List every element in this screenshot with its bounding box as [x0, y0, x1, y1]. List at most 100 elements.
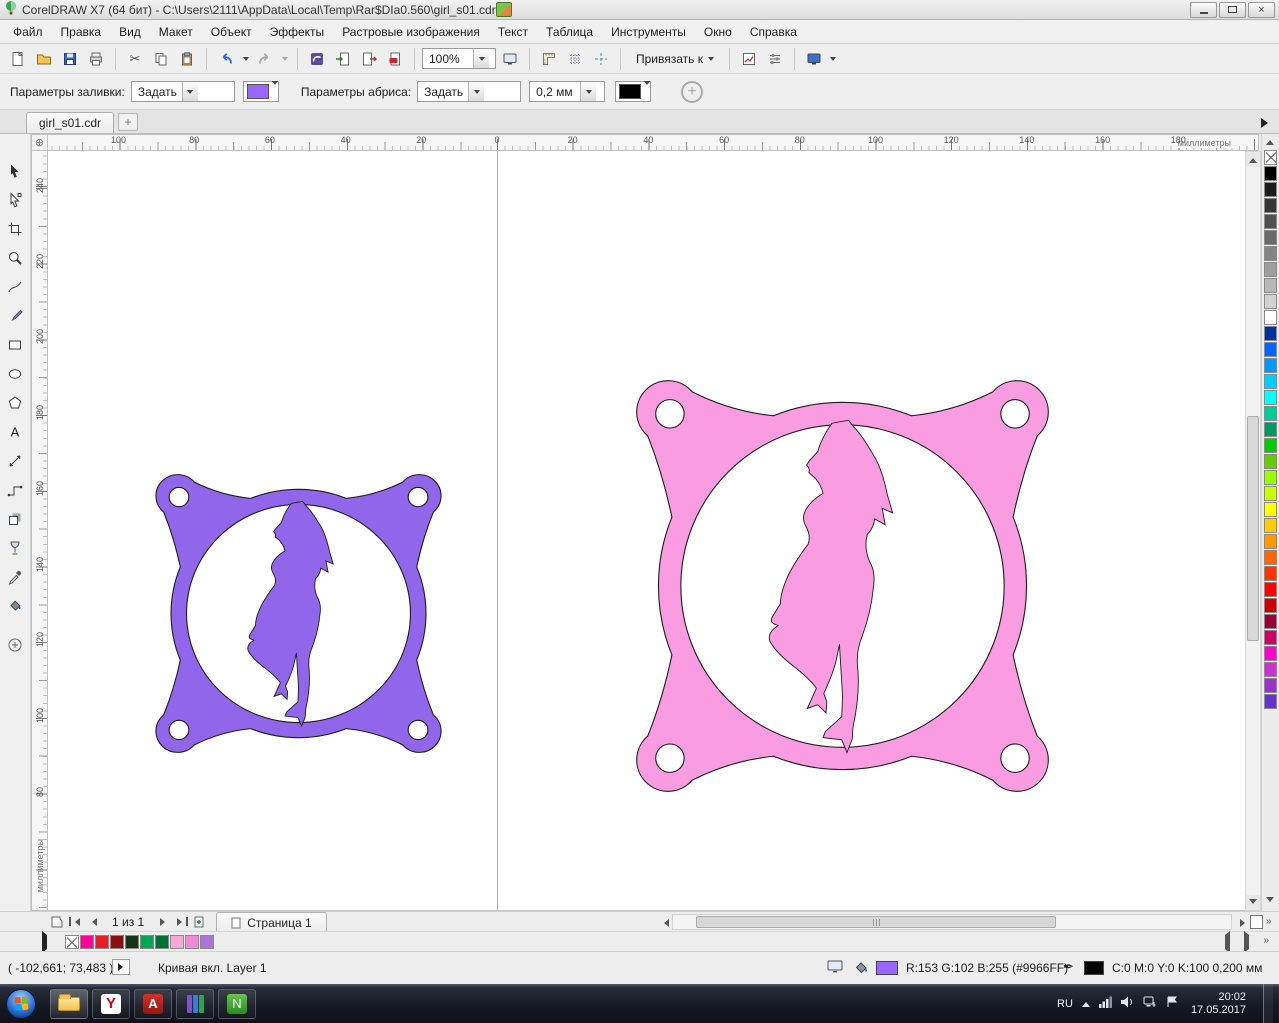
- new-tab-button[interactable]: +: [118, 113, 139, 131]
- palette-color-swatch[interactable]: [1264, 518, 1277, 533]
- menu-item-6[interactable]: Эффекты: [261, 22, 334, 42]
- shape-tool-icon[interactable]: [1, 185, 29, 214]
- palette-color-swatch[interactable]: [1264, 534, 1277, 549]
- menu-item-4[interactable]: Макет: [150, 22, 202, 42]
- menu-item-1[interactable]: Файл: [4, 22, 52, 42]
- ellipse-tool-icon[interactable]: [1, 359, 29, 388]
- open-icon[interactable]: [32, 47, 56, 71]
- palette-color-swatch[interactable]: [1264, 678, 1277, 693]
- palette-options-icon[interactable]: »: [1266, 916, 1272, 927]
- fill-params-combo[interactable]: Задать: [130, 81, 235, 102]
- fill-color-dropdown-icon[interactable]: [271, 80, 278, 102]
- palette-color-swatch[interactable]: [1264, 566, 1277, 581]
- full-screen-preview-icon[interactable]: [498, 47, 522, 71]
- palette-color-swatch[interactable]: [1264, 470, 1277, 485]
- freehand-tool-icon[interactable]: [1, 272, 29, 301]
- import-icon[interactable]: [331, 47, 355, 71]
- taskbar-explorer-button[interactable]: [50, 988, 88, 1019]
- undo-dropdown-icon[interactable]: [240, 48, 251, 70]
- rectangle-tool-icon[interactable]: [1, 330, 29, 359]
- page-tab[interactable]: Страница 1: [216, 912, 327, 931]
- docpalette-color-swatch[interactable]: [185, 934, 199, 949]
- palette-color-swatch[interactable]: [1264, 502, 1277, 517]
- docpalette-color-swatch[interactable]: [200, 934, 214, 949]
- outline-params-combo[interactable]: Задать: [417, 81, 522, 102]
- tab-scroll-right-icon[interactable]: [1261, 118, 1273, 128]
- color-eyedropper-tool-icon[interactable]: [1, 562, 29, 591]
- docpalette-flyout-icon[interactable]: [40, 930, 51, 953]
- crop-tool-icon[interactable]: [1, 214, 29, 243]
- palette-scroll-down-icon[interactable]: [1266, 897, 1274, 906]
- close-button[interactable]: ×: [1248, 1, 1275, 18]
- palette-color-swatch[interactable]: [1264, 230, 1277, 245]
- start-button[interactable]: [6, 988, 36, 1019]
- fan-grill-pink[interactable]: [618, 362, 1067, 810]
- outline-width-combo[interactable]: 0,2 мм: [529, 81, 606, 102]
- add-page-icon[interactable]: [190, 913, 208, 931]
- menu-item-2[interactable]: Правка: [52, 22, 111, 42]
- add-tools-icon[interactable]: [1, 630, 29, 659]
- docpalette-color-swatch[interactable]: [110, 934, 124, 949]
- pick-tool-icon[interactable]: [1, 156, 29, 185]
- zoom-tool-icon[interactable]: [1, 243, 29, 272]
- palette-color-swatch[interactable]: [1264, 294, 1277, 309]
- palette-color-swatch[interactable]: [1264, 406, 1277, 421]
- zoom-level-combo[interactable]: 100%: [422, 48, 496, 69]
- palette-color-swatch[interactable]: [1264, 646, 1277, 661]
- scroll-up-icon[interactable]: [1246, 152, 1260, 167]
- palette-color-swatch[interactable]: [1264, 438, 1277, 453]
- interactive-fill-tool-icon[interactable]: [1, 591, 29, 620]
- corel-promo-icon[interactable]: [495, 2, 512, 17]
- page-flip-icon[interactable]: [48, 913, 66, 931]
- palette-color-swatch[interactable]: [1264, 614, 1277, 629]
- drawing-canvas[interactable]: [48, 151, 1245, 911]
- menu-item-9[interactable]: Таблица: [537, 22, 602, 42]
- window-refresh-icon[interactable]: [802, 47, 826, 71]
- publish-pdf-icon[interactable]: [383, 47, 407, 71]
- artistic-media-tool-icon[interactable]: [1, 301, 29, 330]
- docpalette-color-swatch[interactable]: [125, 934, 139, 949]
- document-navigator-icon[interactable]: [1250, 915, 1263, 929]
- taskbar-winrar-button[interactable]: [176, 988, 214, 1019]
- palette-color-swatch[interactable]: [1264, 390, 1277, 405]
- taskbar-yandex-button[interactable]: Y: [92, 988, 130, 1019]
- volume-icon[interactable]: [1120, 996, 1134, 1011]
- vertical-ruler[interactable]: миллиметры 240 220 200 180 160 140 120 100 80: [31, 151, 48, 911]
- docpalette-color-swatch[interactable]: [140, 934, 154, 949]
- palette-color-swatch[interactable]: [1264, 550, 1277, 565]
- menu-item-5[interactable]: Объект: [202, 22, 261, 42]
- palette-color-swatch[interactable]: [1264, 182, 1277, 197]
- save-icon[interactable]: [58, 47, 82, 71]
- docpalette-color-swatch[interactable]: [80, 934, 94, 949]
- ruler-origin-icon[interactable]: ⊕: [31, 134, 48, 151]
- menu-item-8[interactable]: Текст: [489, 22, 537, 42]
- language-indicator[interactable]: RU: [1057, 998, 1073, 1010]
- new-document-icon[interactable]: [6, 47, 30, 71]
- redo-dropdown-icon[interactable]: [279, 48, 290, 70]
- taskbar-green-app-button[interactable]: N: [218, 988, 256, 1019]
- docpalette-expand-icon[interactable]: »: [1263, 935, 1269, 949]
- docpalette-color-swatch[interactable]: [65, 934, 79, 949]
- copy-icon[interactable]: [149, 47, 173, 71]
- palette-color-swatch[interactable]: [1264, 582, 1277, 597]
- next-page-icon[interactable]: [154, 913, 172, 931]
- menu-item-11[interactable]: Окно: [695, 22, 741, 42]
- docpalette-scroll-right-icon[interactable]: [1242, 930, 1254, 953]
- corel-connect-icon[interactable]: [305, 47, 329, 71]
- scroll-down-icon[interactable]: [1246, 895, 1260, 910]
- maximize-button[interactable]: [1219, 1, 1246, 18]
- palette-color-swatch[interactable]: [1264, 150, 1277, 165]
- docpalette-color-swatch[interactable]: [155, 934, 169, 949]
- outline-params-dropdown-icon[interactable]: [468, 82, 485, 101]
- transparency-tool-icon[interactable]: [1, 533, 29, 562]
- fan-grill-purple[interactable]: [143, 462, 454, 765]
- graph-paper-icon[interactable]: [737, 47, 761, 71]
- connector-tool-icon[interactable]: [1, 475, 29, 504]
- window-refresh-dropdown-icon[interactable]: [828, 48, 839, 70]
- network-status-icon[interactable]: [1143, 996, 1157, 1011]
- last-page-icon[interactable]: [172, 913, 190, 931]
- palette-color-swatch[interactable]: [1264, 374, 1277, 389]
- show-desktop-button[interactable]: [1263, 984, 1273, 1023]
- paste-icon[interactable]: [175, 47, 199, 71]
- redo-icon[interactable]: [253, 47, 277, 71]
